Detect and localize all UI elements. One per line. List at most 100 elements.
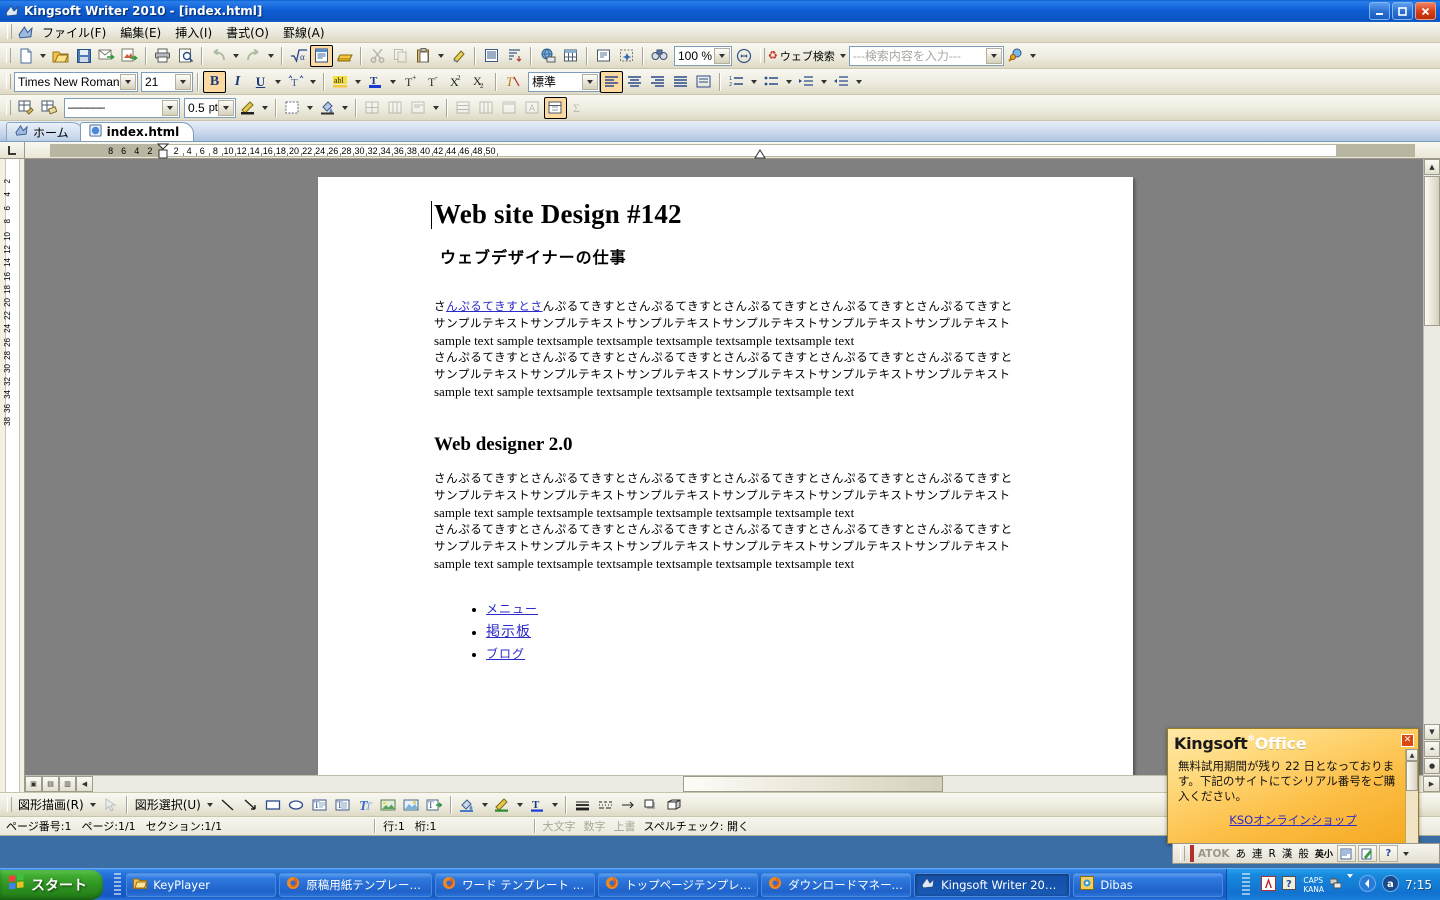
underline-style-dropdown[interactable] <box>272 71 284 93</box>
autosum-button[interactable]: Σ <box>567 97 590 119</box>
zoom-combo[interactable]: 100 % <box>674 45 732 66</box>
font-color-icon[interactable]: T <box>526 794 549 816</box>
drawing-toolbar-grip[interactable] <box>5 797 12 813</box>
font-color-button[interactable]: T <box>364 71 387 93</box>
taskbar-item-toppage[interactable]: トップページテンプレート... <box>598 872 759 897</box>
trial-notice-popup[interactable]: Kingsoft✻Office ✕ 無料試用期間が残り 22 日となっております… <box>1167 728 1419 844</box>
popup-scrollbar[interactable]: ▲ <box>1405 749 1418 843</box>
select-menu-dropdown[interactable] <box>204 794 216 816</box>
select-browse-object-button[interactable]: ● <box>1424 758 1440 774</box>
align-justify-button[interactable] <box>669 71 692 93</box>
undo-button[interactable] <box>207 45 230 67</box>
ime-mode-roman[interactable]: R <box>1267 848 1278 860</box>
tab-home[interactable]: ホーム <box>6 122 84 141</box>
line-style-icon[interactable] <box>571 794 594 816</box>
line-color-button[interactable] <box>236 97 259 119</box>
line-color-dropdown[interactable] <box>514 794 526 816</box>
shadow-style-icon[interactable] <box>640 794 663 816</box>
document-page[interactable]: Web site Design #142 ウェブデザイナーの仕事 さんぷるてきす… <box>318 177 1133 792</box>
vertical-textbox-icon[interactable]: T <box>331 794 354 816</box>
web-search-dropdown[interactable] <box>837 45 849 67</box>
line-weight-dropdown-arrow[interactable] <box>218 99 234 116</box>
taskbar-item-download-manager[interactable]: ダウンロードマネージャ <box>761 872 912 897</box>
save-button[interactable] <box>72 45 95 67</box>
line-color-dropdown[interactable] <box>259 97 271 119</box>
start-button[interactable]: スタート <box>0 869 103 900</box>
decrease-indent-dropdown[interactable] <box>853 71 865 93</box>
line-icon[interactable] <box>216 794 239 816</box>
web-search-label[interactable]: ウェブ検索 <box>780 48 835 64</box>
status-num[interactable]: 数字 <box>584 818 606 834</box>
draw-table-button[interactable] <box>14 97 37 119</box>
open-button[interactable] <box>49 45 72 67</box>
italic-button[interactable]: I <box>226 71 249 93</box>
scroll-down-button[interactable]: ▼ <box>1424 724 1440 740</box>
underline-button[interactable]: U <box>249 71 272 93</box>
copy-button[interactable] <box>389 45 412 67</box>
view-printlayout-button[interactable]: ▥ <box>59 776 76 792</box>
vertical-scroll-thumb[interactable] <box>1424 176 1440 326</box>
web-search-input[interactable]: ---検索内容を入力--- <box>848 45 1004 66</box>
shading-dropdown[interactable] <box>339 97 351 119</box>
align-cell-dropdown[interactable] <box>430 97 442 119</box>
increase-indent-button[interactable] <box>795 71 818 93</box>
taskbar-item-genkou[interactable]: 原稿用紙テンプレート ... <box>279 872 433 897</box>
erase-table-button[interactable] <box>37 97 60 119</box>
text-effect-button[interactable]: T <box>284 71 307 93</box>
subscript-button[interactable]: X2 <box>468 71 491 93</box>
popup-shop-link[interactable]: KSOオンラインショップ <box>1168 812 1418 828</box>
taskbar-item-kingsoft-writer[interactable]: Kingsoft Writer 2010 ... <box>914 872 1071 897</box>
autoformat-button[interactable] <box>498 97 521 119</box>
paste-button[interactable] <box>412 45 435 67</box>
text-effect-dropdown[interactable] <box>307 71 319 93</box>
web-search-options-dropdown[interactable] <box>1027 45 1039 67</box>
popup-scroll-thumb[interactable] <box>1406 761 1418 791</box>
taskbar-item-keyplayer[interactable]: KeyPlayer <box>126 872 277 897</box>
borders-button[interactable] <box>281 97 304 119</box>
view-weblayout-button[interactable]: ▤ <box>42 776 59 792</box>
redo-button[interactable] <box>242 45 265 67</box>
clipart-icon[interactable] <box>400 794 423 816</box>
special-button[interactable] <box>615 45 638 67</box>
clear-format-button[interactable]: T <box>501 71 524 93</box>
fill-color-dropdown[interactable] <box>479 794 491 816</box>
show-formatting-button[interactable] <box>310 44 333 67</box>
borders-dropdown[interactable] <box>304 97 316 119</box>
tray-volume-icon[interactable] <box>1359 874 1377 895</box>
print-preview-button[interactable] <box>174 45 197 67</box>
insert-table-button[interactable] <box>559 45 582 67</box>
text-box-button[interactable] <box>592 45 615 67</box>
highlight-color-dropdown[interactable] <box>352 71 364 93</box>
print-button[interactable] <box>151 45 174 67</box>
tray-help-icon[interactable]: ? <box>1282 875 1297 894</box>
numbered-list-dropdown[interactable] <box>748 71 760 93</box>
align-left-button[interactable] <box>600 70 623 93</box>
palette-icon[interactable] <box>1336 845 1356 862</box>
dash-style-icon[interactable] <box>594 794 617 816</box>
arrow-cursor-icon[interactable] <box>99 794 122 816</box>
question-icon[interactable]: ? <box>1378 845 1398 862</box>
ime-bar-grip[interactable] <box>1178 846 1185 862</box>
format-painter-button[interactable] <box>447 45 470 67</box>
numbered-list-button[interactable]: 12 <box>725 71 748 93</box>
send-mail-button[interactable] <box>95 45 118 67</box>
menu-format[interactable]: 書式(O) <box>219 22 276 43</box>
taskbar-item-dibas[interactable]: Dibas <box>1073 872 1224 897</box>
websearch-toolbar-grip[interactable] <box>758 48 765 64</box>
bold-button[interactable]: B <box>203 70 226 93</box>
zoom-dropdown-arrow[interactable] <box>714 47 730 64</box>
doc-link-blog[interactable]: ブログ <box>486 647 525 661</box>
highlight-button[interactable] <box>333 45 356 67</box>
maximize-button[interactable] <box>1392 2 1413 20</box>
shading-button[interactable] <box>316 97 339 119</box>
ime-mode-eisu[interactable]: 英小 <box>1313 847 1335 860</box>
decrease-indent-button[interactable] <box>830 71 853 93</box>
line-style-dropdown-arrow[interactable] <box>162 99 178 116</box>
menubar-grip[interactable] <box>5 24 12 40</box>
paragraph-style-combo[interactable]: 標準 <box>528 71 600 92</box>
scroll-right-button[interactable]: ▶ <box>1423 776 1440 792</box>
draw-menu-dropdown[interactable] <box>87 794 99 816</box>
scroll-left-button[interactable]: ◀ <box>76 776 93 792</box>
tab-stop-selector[interactable] <box>0 142 24 159</box>
text-direction-button[interactable]: A <box>521 97 544 119</box>
